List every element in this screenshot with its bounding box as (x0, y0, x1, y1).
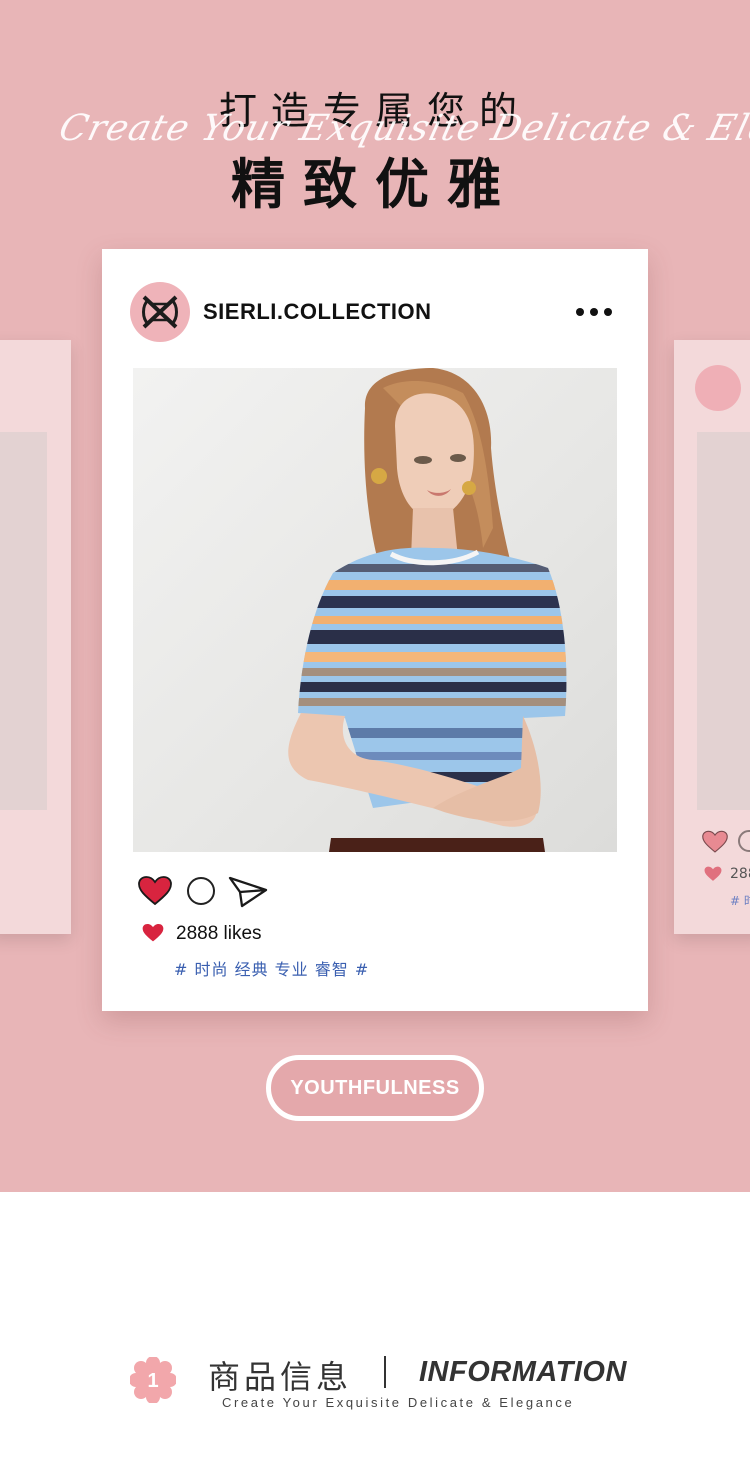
comment-icon[interactable] (187, 877, 215, 905)
side-post-photo (0, 432, 47, 810)
side-post-photo (697, 432, 750, 810)
post-photo (133, 368, 617, 852)
side-post-card-right: 288 # 时 (674, 340, 750, 934)
section-title-en: INFORMATION (419, 1356, 627, 1388)
headline-main: 精致优雅 (231, 153, 519, 216)
heart-icon (704, 866, 722, 881)
side-tags-text: # 时 (730, 894, 750, 908)
post-hashtags[interactable]: # 时尚 经典 专业 睿智 # (174, 956, 369, 980)
side-avatar (695, 365, 741, 411)
flower-number-badge: 1 (130, 1357, 176, 1403)
section-divider (384, 1356, 386, 1388)
heart-icon (702, 830, 728, 853)
side-post-card-left (0, 340, 71, 934)
more-icon[interactable] (574, 305, 614, 319)
section-title-cn: 商品信息 (208, 1358, 353, 1396)
youthfulness-badge[interactable]: YOUTHFULNESS (266, 1055, 484, 1121)
heart-icon (142, 923, 164, 942)
account-name[interactable]: SIERLI.COLLECTION (203, 299, 432, 325)
share-icon[interactable] (228, 876, 268, 908)
comment-icon (738, 830, 750, 852)
section-number: 1 (147, 1370, 158, 1392)
section-subtitle: Create Your Exquisite Delicate & Eleganc… (222, 1395, 575, 1410)
hero-section: 288 # 时 打造专属您的 Create Your Exquisite Del… (0, 0, 750, 1192)
model-illustration (288, 368, 567, 852)
likes-count[interactable]: 2888 likes (176, 923, 262, 945)
avatar[interactable] (130, 282, 190, 342)
heart-icon[interactable] (138, 876, 172, 906)
side-likes-text: 288 (730, 866, 750, 882)
brand-logo-icon (142, 295, 178, 329)
post-card: SIERLI.COLLECTION 2888 likes # 时尚 经典 专业 … (102, 249, 648, 1011)
